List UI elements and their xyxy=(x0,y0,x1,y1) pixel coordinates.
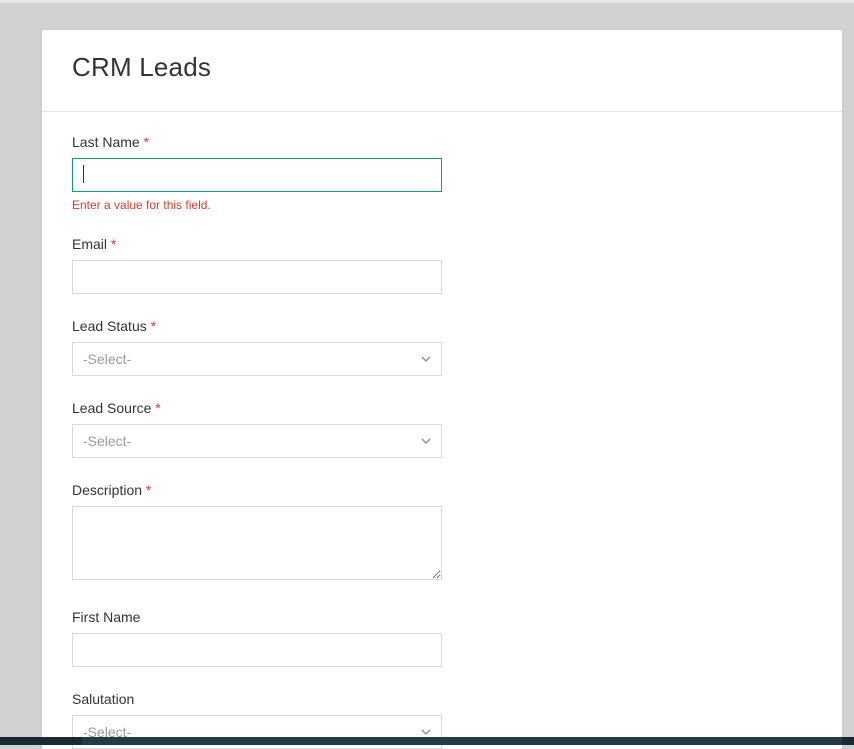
description-input[interactable] xyxy=(72,506,442,580)
email-label: Email * xyxy=(72,236,442,252)
label-text: Lead Source xyxy=(72,400,151,416)
top-edge xyxy=(0,0,854,3)
page-title: CRM Leads xyxy=(72,52,812,83)
required-marker: * xyxy=(155,400,160,416)
last-name-label: Last Name * xyxy=(72,134,442,150)
form-body: Last Name * Enter a value for this field… xyxy=(42,112,842,749)
text-caret xyxy=(83,165,84,183)
label-text: Description xyxy=(72,482,142,498)
card-header: CRM Leads xyxy=(42,30,842,112)
field-last-name: Last Name * Enter a value for this field… xyxy=(72,134,442,212)
salutation-label: Salutation xyxy=(72,691,442,707)
form-card: CRM Leads Last Name * Enter a value for … xyxy=(42,30,842,749)
select-value: -Select- xyxy=(72,342,442,376)
label-text: Last Name xyxy=(72,134,140,150)
last-name-input[interactable] xyxy=(72,158,442,192)
last-name-error: Enter a value for this field. xyxy=(72,198,442,212)
select-placeholder: -Select- xyxy=(83,433,131,449)
bottom-bar xyxy=(0,737,854,745)
lead-status-label: Lead Status * xyxy=(72,318,442,334)
field-email: Email * xyxy=(72,236,442,294)
description-label: Description * xyxy=(72,482,442,498)
label-text: Email xyxy=(72,236,107,252)
label-text: Lead Status xyxy=(72,318,147,334)
lead-source-label: Lead Source * xyxy=(72,400,442,416)
bottom-bar-inner xyxy=(82,737,842,745)
first-name-input[interactable] xyxy=(72,633,442,667)
required-marker: * xyxy=(151,318,156,334)
field-first-name: First Name xyxy=(72,609,442,667)
required-marker: * xyxy=(111,236,116,252)
field-lead-source: Lead Source * -Select- xyxy=(72,400,442,458)
lead-status-select[interactable]: -Select- xyxy=(72,342,442,376)
select-value: -Select- xyxy=(72,424,442,458)
field-lead-status: Lead Status * -Select- xyxy=(72,318,442,376)
field-description: Description * xyxy=(72,482,442,585)
required-marker: * xyxy=(144,134,149,150)
required-marker: * xyxy=(146,482,151,498)
label-text: Salutation xyxy=(72,691,134,707)
email-input[interactable] xyxy=(72,260,442,294)
label-text: First Name xyxy=(72,609,140,625)
select-placeholder: -Select- xyxy=(83,351,131,367)
first-name-label: First Name xyxy=(72,609,442,625)
lead-source-select[interactable]: -Select- xyxy=(72,424,442,458)
